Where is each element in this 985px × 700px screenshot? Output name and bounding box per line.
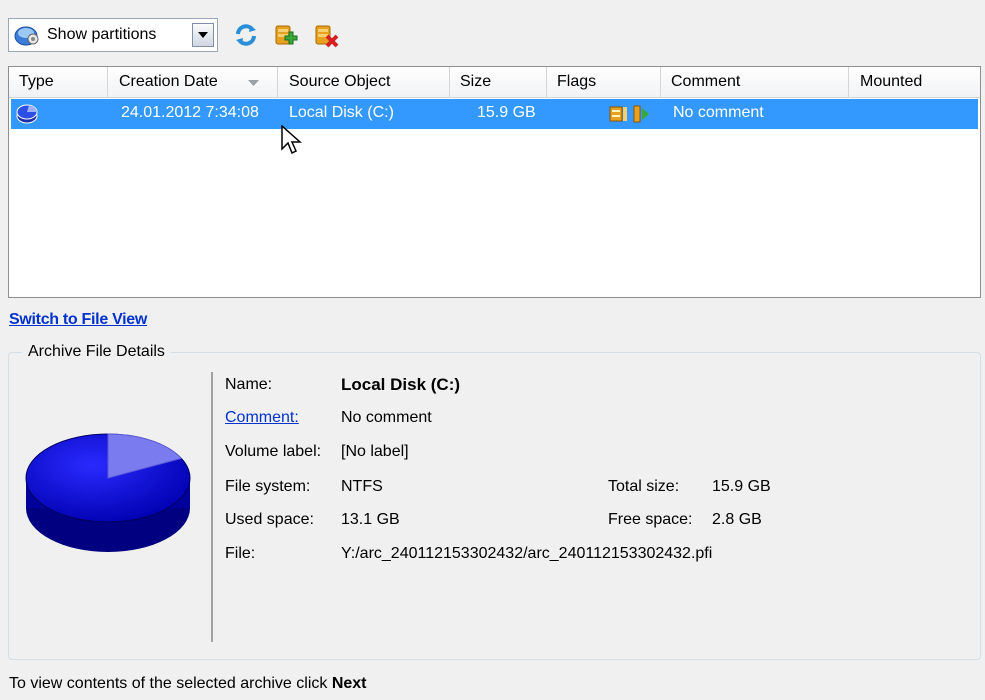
- details-divider: [211, 372, 213, 642]
- column-header-comment[interactable]: Comment: [671, 73, 740, 91]
- file-system-value: NTFS: [341, 478, 383, 495]
- comment-value: No comment: [341, 409, 432, 426]
- file-system-label: File system:: [225, 478, 311, 495]
- comment-link[interactable]: Comment:: [225, 409, 299, 427]
- archive-details-legend: Archive File Details: [22, 343, 171, 361]
- delete-archive-icon[interactable]: [313, 22, 339, 48]
- column-header-mounted[interactable]: Mounted: [860, 73, 922, 91]
- cell-source-object: Local Disk (C:): [289, 104, 394, 121]
- name-value: Local Disk (C:): [341, 375, 461, 394]
- refresh-icon[interactable]: [233, 22, 259, 48]
- column-header-creation-date[interactable]: Creation Date: [119, 73, 218, 91]
- archive-table[interactable]: Type Creation Date Source Object Size Fl…: [8, 66, 981, 298]
- used-space-label: Used space:: [225, 511, 314, 528]
- free-space-value: 2.8 GB: [712, 511, 762, 528]
- chevron-down-icon: [198, 32, 208, 38]
- view-mode-select[interactable]: Show partitions: [8, 18, 218, 52]
- file-label: File:: [225, 545, 256, 562]
- cell-comment: No comment: [673, 104, 764, 121]
- archive-flag-icon: [609, 106, 627, 122]
- bootable-flag-icon: [633, 105, 649, 123]
- switch-to-file-view-link[interactable]: Switch to File View: [9, 311, 147, 329]
- column-header-source-object[interactable]: Source Object: [289, 73, 390, 91]
- mouse-cursor-icon: [281, 125, 302, 155]
- column-header-type[interactable]: Type: [19, 73, 54, 91]
- disk-usage-icon: [25, 433, 191, 552]
- free-space-label: Free space:: [608, 511, 693, 528]
- view-mode-value: Show partitions: [47, 26, 157, 43]
- total-size-value: 15.9 GB: [712, 478, 771, 495]
- table-header: Type Creation Date Source Object Size Fl…: [9, 67, 980, 98]
- volume-label-label: Volume label:: [225, 443, 322, 460]
- volume-label-value: [No label]: [341, 443, 409, 460]
- total-size-label: Total size:: [608, 478, 680, 495]
- column-header-size[interactable]: Size: [460, 73, 491, 91]
- name-label: Name:: [225, 376, 273, 393]
- file-path-value: Y:/arc_240112153302432/arc_2401121533024…: [341, 545, 713, 562]
- sort-arrow-icon: [248, 80, 259, 86]
- footer-text: To view contents of the selected archive…: [9, 675, 328, 692]
- used-space-value: 13.1 GB: [341, 511, 400, 528]
- cell-size: 15.9 GB: [477, 104, 536, 121]
- cell-creation-date: 24.01.2012 7:34:08: [121, 104, 259, 121]
- footer-instruction: To view contents of the selected archive…: [9, 675, 367, 693]
- table-row[interactable]: 24.01.2012 7:34:08 Local Disk (C:) 15.9 …: [11, 99, 978, 129]
- partitions-icon: [14, 26, 39, 46]
- dropdown-button[interactable]: [192, 23, 214, 47]
- footer-next-word: Next: [331, 675, 367, 692]
- add-archive-icon[interactable]: [273, 22, 299, 48]
- partition-disk-icon: [16, 104, 38, 124]
- column-header-flags[interactable]: Flags: [557, 73, 596, 91]
